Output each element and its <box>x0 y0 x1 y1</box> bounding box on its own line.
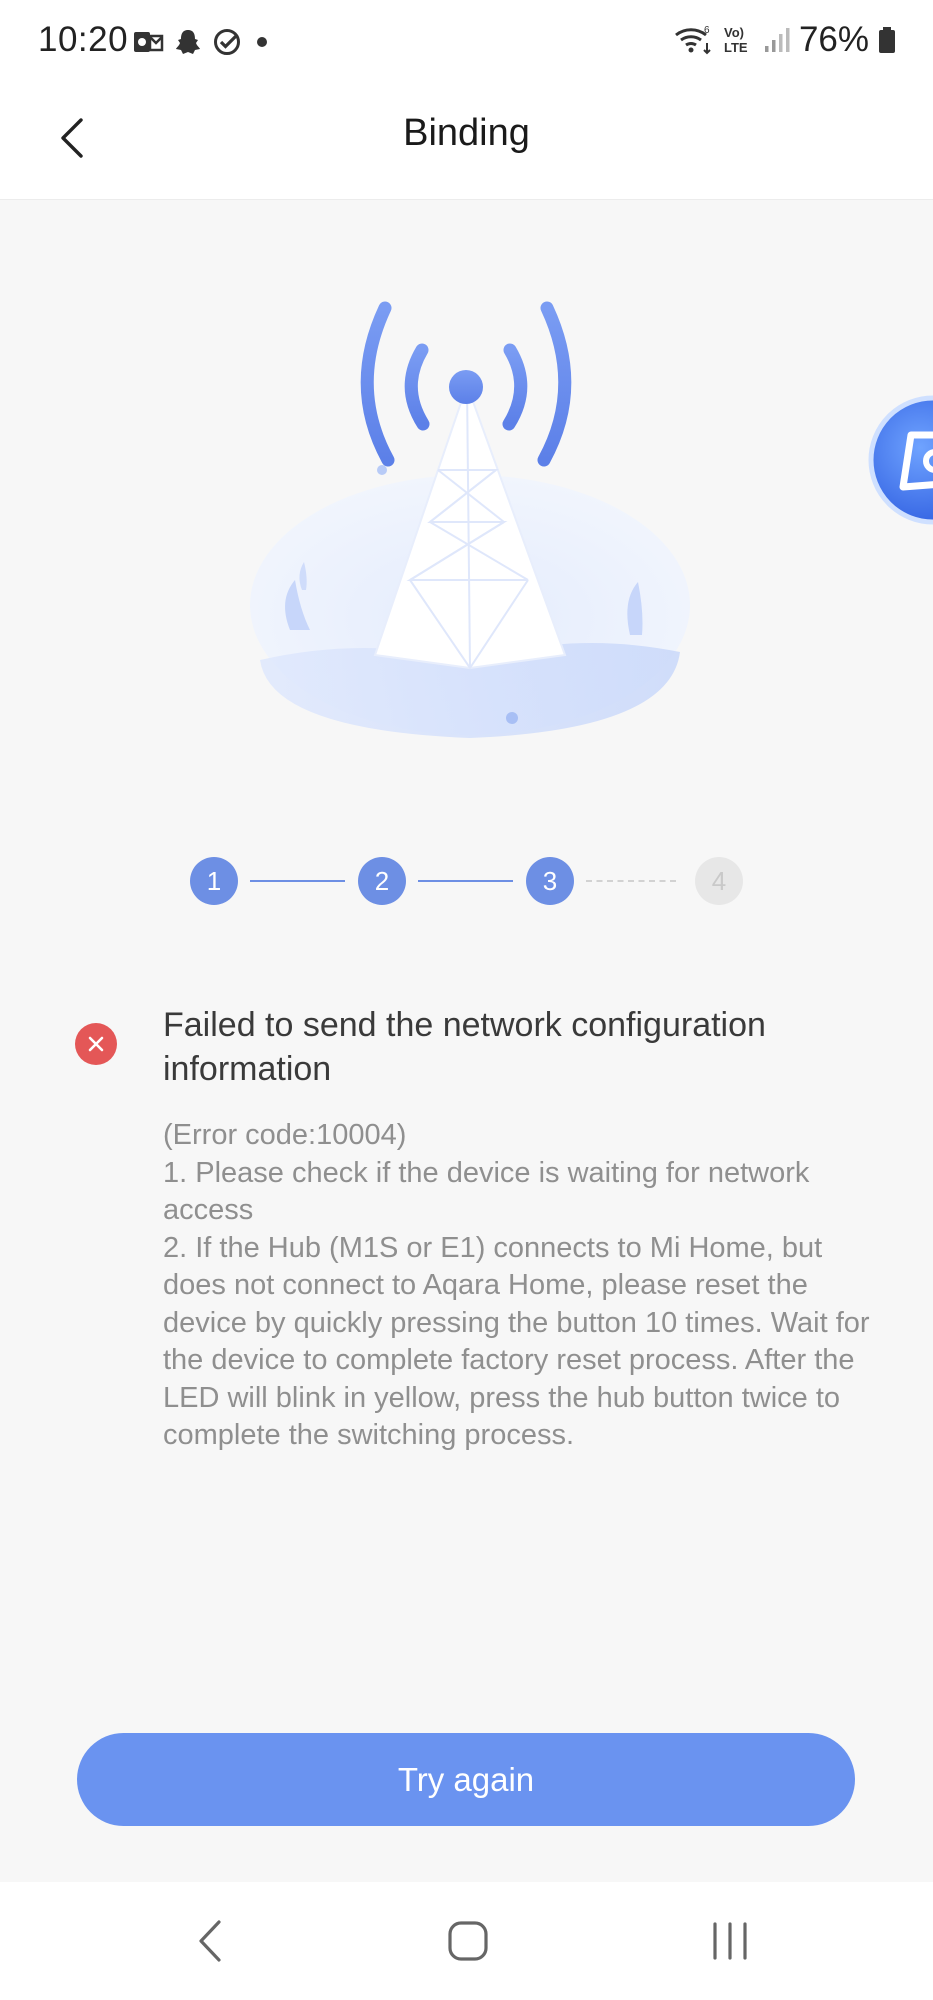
notification-icons <box>132 26 272 58</box>
signal-icon <box>764 28 790 52</box>
wifi-icon: 6 <box>675 25 711 55</box>
dot-icon <box>257 37 267 47</box>
nav-home-button[interactable] <box>408 1882 528 2000</box>
floating-assistant-icon[interactable] <box>863 395 933 525</box>
nav-back-button[interactable] <box>150 1882 270 2000</box>
error-title: Failed to send the network configuration… <box>163 1006 766 1088</box>
page-title: Binding <box>403 112 530 154</box>
close-icon <box>88 1036 104 1052</box>
error-description: (Error code:10004) 1. Please check if th… <box>163 1119 870 1451</box>
step-2: 2 <box>358 857 406 905</box>
svg-text:Vo): Vo) <box>724 25 744 40</box>
battery-icon <box>879 27 895 53</box>
step-4: 4 <box>695 857 743 905</box>
radio-tower-illustration <box>250 301 690 738</box>
svg-text:LTE: LTE <box>724 40 748 55</box>
step-3: 3 <box>526 857 574 905</box>
check-circle-icon <box>214 29 240 55</box>
svg-text:6: 6 <box>704 25 710 36</box>
step-connector-pending <box>586 880 676 882</box>
progress-stepper: 1 2 3 4 <box>190 857 745 905</box>
nav-recents-button[interactable] <box>670 1882 790 2000</box>
step-connector <box>250 880 345 882</box>
status-time: 10:20 <box>38 20 129 59</box>
step-connector <box>418 880 513 882</box>
step-1: 1 <box>190 857 238 905</box>
app-header: Binding <box>0 84 933 200</box>
system-nav-bar <box>0 1882 933 2000</box>
system-icons: 6 Vo) LTE 76% <box>673 20 897 60</box>
snapchat-icon <box>176 30 200 54</box>
status-bar: 10:20 6 Vo) LTE 76% <box>0 0 933 84</box>
try-again-button[interactable]: Try again <box>77 1733 855 1826</box>
nav-recents-icon <box>713 1922 747 1960</box>
battery-percent: 76% <box>798 20 869 59</box>
nav-back-icon <box>199 1920 221 1962</box>
volte-icon: Vo) LTE <box>724 25 748 55</box>
outlook-icon <box>134 32 164 52</box>
error-icon <box>75 1023 117 1065</box>
nav-home-icon <box>448 1921 488 1961</box>
